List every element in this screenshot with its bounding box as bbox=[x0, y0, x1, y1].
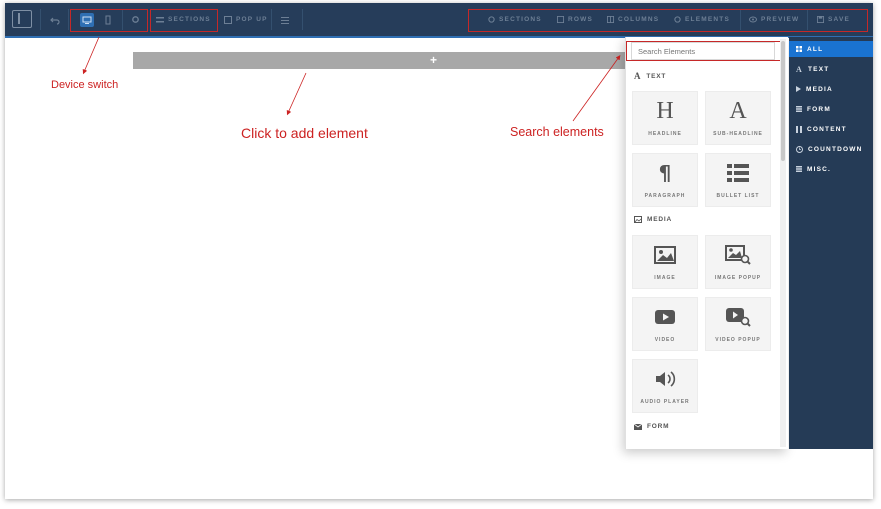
subheadline-a-icon: A bbox=[729, 97, 747, 124]
element-headline[interactable]: H HEADLINE bbox=[632, 91, 698, 145]
element-label: BULLET LIST bbox=[716, 193, 760, 199]
category-label: TEXT bbox=[807, 65, 830, 73]
element-image[interactable]: IMAGE bbox=[632, 235, 698, 289]
video-search-icon bbox=[726, 308, 751, 327]
category-label: FORM bbox=[807, 105, 831, 113]
pilcrow-icon: ¶ bbox=[658, 161, 672, 185]
element-paragraph[interactable]: ¶ PARAGRAPH bbox=[632, 153, 698, 207]
category-countdown[interactable]: COUNTDOWN bbox=[789, 141, 873, 157]
element-label: IMAGE POPUP bbox=[714, 275, 762, 281]
element-image-popup[interactable]: IMAGE POPUP bbox=[705, 235, 771, 289]
element-label: SUB-HEADLINE bbox=[713, 131, 763, 137]
search-elements-arrow bbox=[572, 55, 621, 122]
element-bullet-list[interactable]: BULLET LIST bbox=[705, 153, 771, 207]
envelope-icon bbox=[634, 423, 642, 430]
misc-icon bbox=[796, 166, 802, 172]
speaker-icon bbox=[656, 371, 676, 387]
element-video[interactable]: VIDEO bbox=[632, 297, 698, 351]
headline-h-icon: H bbox=[656, 97, 674, 124]
panel-scrollbar-thumb[interactable] bbox=[781, 41, 785, 161]
category-label: MISC. bbox=[807, 165, 832, 173]
section-title: TEXT bbox=[646, 72, 667, 80]
content-icon bbox=[796, 125, 802, 133]
click-to-add-arrow bbox=[286, 72, 307, 116]
category-all[interactable]: ALL bbox=[789, 41, 873, 57]
clock-icon bbox=[796, 145, 803, 153]
element-label: VIDEO bbox=[654, 337, 676, 343]
element-panel: A TEXT H HEADLINE A SUB-HEADLINE ¶ PARAG… bbox=[625, 37, 788, 449]
device-switch-label: Device switch bbox=[51, 79, 119, 91]
section-header-media: MEDIA bbox=[634, 216, 672, 223]
grid-icon bbox=[796, 46, 802, 52]
element-video-popup[interactable]: VIDEO POPUP bbox=[705, 297, 771, 351]
category-media[interactable]: MEDIA bbox=[789, 81, 873, 97]
category-label: MEDIA bbox=[806, 85, 833, 93]
element-label: VIDEO POPUP bbox=[715, 337, 761, 343]
category-sidebar: ALL A TEXT MEDIA FORM CONTENT COUNTDOWN … bbox=[789, 37, 873, 449]
section-header-text: A TEXT bbox=[634, 71, 666, 81]
element-label: IMAGE bbox=[654, 275, 676, 281]
section-header-form: FORM bbox=[634, 423, 669, 430]
category-label: COUNTDOWN bbox=[808, 145, 863, 153]
image-icon bbox=[634, 216, 642, 223]
play-icon bbox=[655, 310, 675, 324]
category-misc[interactable]: MISC. bbox=[789, 161, 873, 177]
section-title: FORM bbox=[647, 423, 670, 430]
element-label: AUDIO PLAYER bbox=[640, 399, 690, 405]
text-a-icon: A bbox=[796, 64, 803, 74]
element-label: PARAGRAPH bbox=[644, 193, 686, 199]
element-sub-headline[interactable]: A SUB-HEADLINE bbox=[705, 91, 771, 145]
category-label: ALL bbox=[807, 45, 824, 53]
click-to-add-label: Click to add element bbox=[241, 125, 368, 141]
section-title: MEDIA bbox=[647, 216, 672, 223]
bullet-list-icon bbox=[727, 164, 749, 182]
search-highlight bbox=[626, 41, 781, 61]
image-search-icon bbox=[725, 245, 751, 265]
image-icon bbox=[654, 246, 676, 264]
element-audio-player[interactable]: AUDIO PLAYER bbox=[632, 359, 698, 413]
play-small-icon bbox=[796, 86, 801, 92]
app-window: SECTIONS POP UP SECTIONS ROWS COLUMNS EL… bbox=[5, 3, 873, 499]
category-form[interactable]: FORM bbox=[789, 101, 873, 117]
category-text[interactable]: A TEXT bbox=[789, 61, 873, 77]
device-switch-arrow bbox=[82, 36, 100, 75]
search-elements-label: Search elements bbox=[510, 125, 604, 139]
text-a-icon: A bbox=[634, 71, 642, 81]
form-icon bbox=[796, 106, 802, 112]
category-label: CONTENT bbox=[807, 125, 847, 133]
category-content[interactable]: CONTENT bbox=[789, 121, 873, 137]
element-label: HEADLINE bbox=[648, 131, 682, 137]
